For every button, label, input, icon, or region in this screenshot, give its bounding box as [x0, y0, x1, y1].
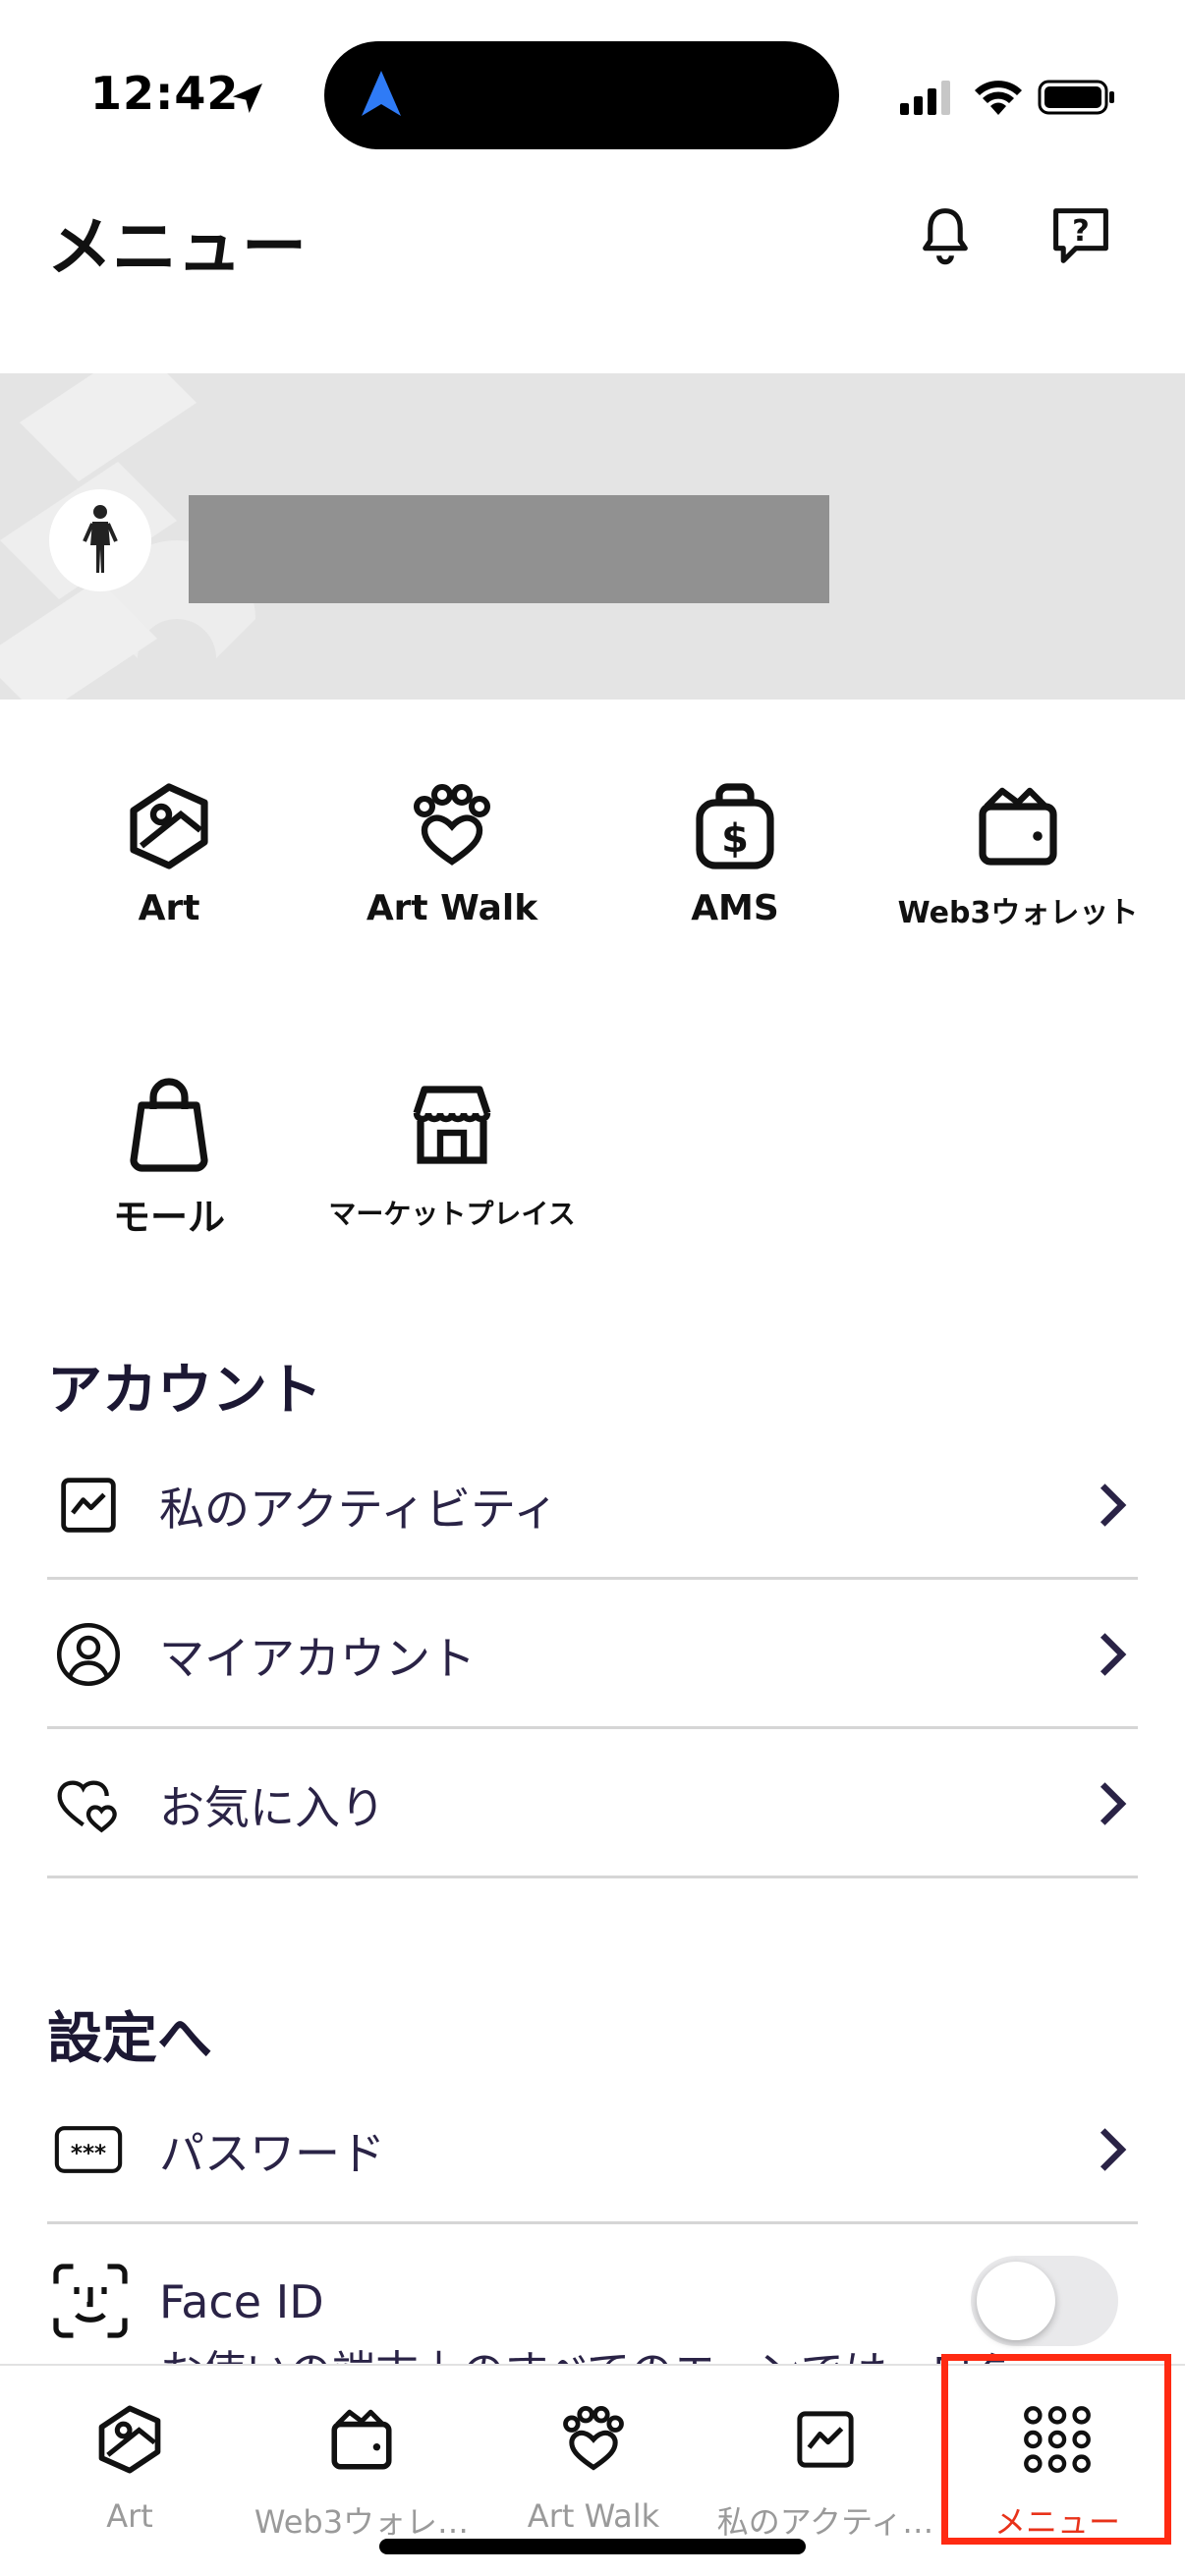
activity-chart-icon [61, 1478, 116, 1533]
tab-web3-wallet[interactable]: Web3ウォレ… [246, 2395, 478, 2543]
menu-row-label: お気に入り [159, 1781, 385, 1834]
profile-banner[interactable] [0, 373, 1185, 700]
money-bag-icon: $ [696, 783, 774, 869]
section-title-account: アカウント [47, 1359, 322, 1423]
face-id-icon [53, 2264, 128, 2338]
quick-link-label: マーケットプレイス [328, 1198, 576, 1230]
wallet-icon [979, 787, 1057, 866]
user-figure-icon [83, 505, 118, 573]
quick-link-label: AMS [691, 888, 779, 928]
quick-link-web3-wallet[interactable]: Web3ウォレット [876, 772, 1159, 969]
user-circle-icon [56, 1622, 121, 1687]
tab-art-walk[interactable]: Art Walk [478, 2395, 709, 2543]
svg-text:$: $ [721, 816, 749, 862]
status-indicators [900, 75, 1116, 120]
hearts-icon [57, 1780, 117, 1833]
tab-label: Art Walk [527, 2497, 660, 2535]
quick-link-mall[interactable]: モール [28, 1071, 310, 1267]
highlight-annotation-box [941, 2354, 1171, 2545]
quick-link-marketplace[interactable]: マーケットプレイス [310, 1071, 593, 1267]
chevron-right-icon [1100, 1484, 1127, 1527]
face-id-description: お使いの端末上のすべてのエーンでは…ログイ [159, 2346, 1004, 2366]
dynamic-island [324, 41, 839, 149]
quick-link-art-walk[interactable]: Art Walk [310, 772, 593, 969]
tab-label: Art [106, 2497, 153, 2535]
quick-link-label: モール [112, 1196, 225, 1239]
notifications-button[interactable] [906, 196, 985, 275]
menu-row-face-id: Face ID [47, 2240, 1138, 2358]
face-id-toggle[interactable] [971, 2256, 1118, 2346]
storefront-icon [413, 1086, 491, 1164]
paw-heart-icon [563, 2405, 624, 2471]
tab-art[interactable]: Art [14, 2395, 246, 2543]
chevron-right-icon [1100, 1633, 1127, 1676]
quick-link-art[interactable]: Art [28, 772, 310, 969]
menu-row-password[interactable]: *** パスワード [47, 2075, 1138, 2224]
menu-row-my-account[interactable]: マイアカウント [47, 1580, 1138, 1729]
face-id-label: Face ID [159, 2275, 324, 2328]
help-chat-icon: ? [1053, 208, 1108, 263]
art-icon [130, 783, 208, 869]
password-icon: *** [54, 2126, 123, 2173]
menu-row-label: パスワード [159, 2127, 385, 2180]
chevron-right-icon [1100, 2128, 1127, 2171]
chevron-right-icon [1100, 1782, 1127, 1825]
wifi-icon [975, 81, 1022, 115]
quick-link-label: Web3ウォレット [897, 896, 1139, 930]
redacted-profile-name [189, 495, 829, 603]
home-indicator[interactable] [379, 2539, 806, 2554]
menu-row-favorites[interactable]: お気に入り [47, 1729, 1138, 1878]
tab-my-activity[interactable]: 私のアクティ… [709, 2395, 941, 2543]
location-arrow-icon [233, 84, 262, 113]
section-title-settings: 設定へ [47, 2007, 212, 2071]
shopping-bag-icon [130, 1078, 208, 1172]
page-title: メニュー [47, 209, 307, 285]
menu-row-my-activity[interactable]: 私のアクティビティ [47, 1430, 1138, 1580]
avatar[interactable] [49, 489, 151, 591]
help-button[interactable]: ? [1042, 196, 1120, 275]
svg-text:***: *** [71, 2142, 106, 2167]
quick-link-ams[interactable]: $ AMS [593, 772, 876, 969]
navigation-arrow-icon [362, 71, 401, 116]
menu-row-label: 私のアクティビティ [159, 1483, 559, 1536]
status-bar: 12:42 [0, 0, 1185, 187]
quick-link-label: Art Walk [366, 888, 538, 928]
bell-icon [923, 208, 968, 265]
activity-chart-icon [797, 2411, 854, 2468]
battery-icon [1038, 80, 1114, 115]
status-time: 12:42 [90, 67, 240, 120]
wallet-icon [331, 2409, 392, 2470]
tab-label: Web3ウォレ… [254, 2503, 470, 2541]
paw-heart-icon [414, 784, 490, 866]
menu-row-label: マイアカウント [159, 1632, 476, 1685]
cellular-signal-icon [900, 81, 950, 115]
header: メニュー ? [0, 187, 1185, 373]
tab-label: 私のアクティ… [716, 2503, 934, 2541]
svg-text:?: ? [1072, 214, 1090, 249]
toggle-knob [977, 2262, 1055, 2340]
art-icon [98, 2405, 161, 2474]
quick-link-label: Art [138, 888, 200, 928]
